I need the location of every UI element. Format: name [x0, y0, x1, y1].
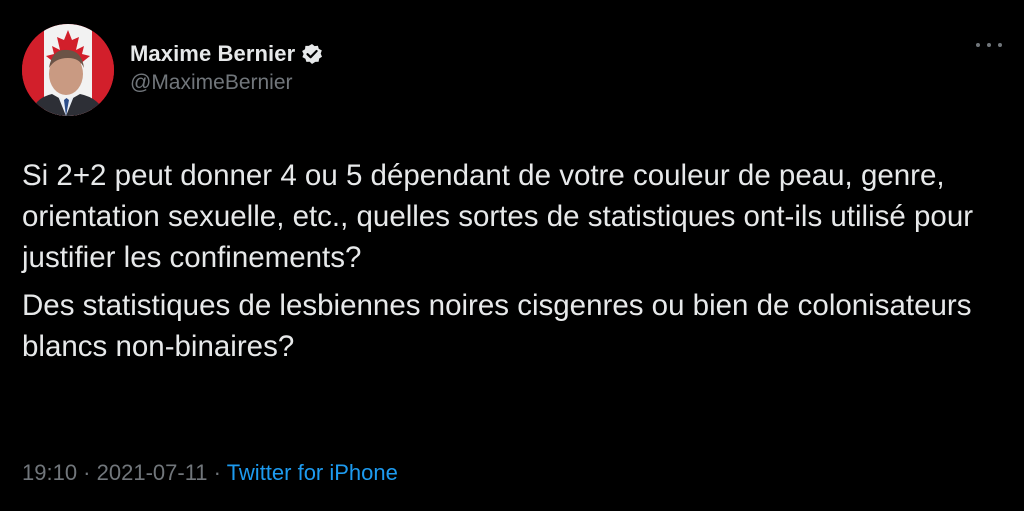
- more-dot: [976, 43, 980, 47]
- author-names: Maxime Bernier @MaximeBernier: [130, 39, 323, 95]
- tweet-date[interactable]: 2021-07-11: [97, 460, 208, 485]
- tweet-paragraph: Si 2+2 peut donner 4 ou 5 dépendant de v…: [22, 159, 974, 274]
- tweet-paragraph: Des statistiques de lesbiennes noires ci…: [22, 289, 972, 363]
- meta-separator: ·: [207, 460, 227, 485]
- tweet-meta: 19:10 · 2021-07-11 · Twitter for iPhone: [22, 460, 398, 486]
- tweet-header: Maxime Bernier @MaximeBernier: [22, 24, 1002, 116]
- display-name-row: Maxime Bernier: [130, 39, 323, 69]
- more-dot: [987, 43, 991, 47]
- avatar[interactable]: [22, 24, 114, 116]
- tweet-card: Maxime Bernier @MaximeBernier Si 2+2 peu…: [0, 0, 1024, 511]
- author-handle[interactable]: @MaximeBernier: [130, 71, 323, 95]
- verified-badge-icon: [301, 43, 323, 65]
- tweet-time[interactable]: 19:10: [22, 460, 77, 485]
- more-dot: [998, 43, 1002, 47]
- author-display-name[interactable]: Maxime Bernier: [130, 41, 295, 67]
- more-horizontal-icon[interactable]: [976, 38, 1002, 52]
- tweet-text: Si 2+2 peut donner 4 ou 5 dépendant de v…: [22, 155, 997, 367]
- avatar-image: [22, 24, 114, 116]
- tweet-source-link[interactable]: Twitter for iPhone: [227, 460, 398, 485]
- meta-separator: ·: [77, 460, 97, 485]
